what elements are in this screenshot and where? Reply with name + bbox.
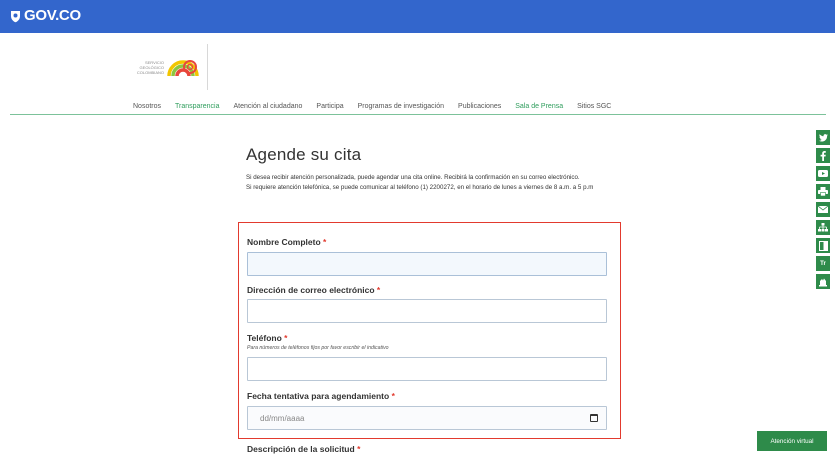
nav-items: Nosotros Transparencia Atención al ciuda… xyxy=(133,102,625,111)
date-input[interactable]: dd/mm/aaaa xyxy=(247,406,607,430)
email-icon[interactable] xyxy=(816,202,830,217)
nav-item-sala-prensa[interactable]: Sala de Prensa xyxy=(515,102,563,111)
name-label-text: Nombre Completo xyxy=(247,237,321,247)
intro-line-1: Si desea recibir atención personalizada,… xyxy=(246,174,580,181)
phone-label-text: Teléfono xyxy=(247,333,282,343)
required-mark: * xyxy=(357,444,361,454)
nav-item-nosotros[interactable]: Nosotros xyxy=(133,102,161,111)
nav-item-programas[interactable]: Programas de investigación xyxy=(358,102,444,111)
twitter-icon[interactable] xyxy=(816,130,830,145)
shield-icon xyxy=(10,10,21,23)
main-nav: Nosotros Transparencia Atención al ciuda… xyxy=(0,97,835,115)
nav-item-atencion[interactable]: Atención al ciudadano xyxy=(234,102,303,111)
sgc-logo-line3: COLOMBIANO xyxy=(136,70,164,75)
name-input[interactable] xyxy=(247,252,607,276)
social-sidebar: Tr xyxy=(816,130,830,292)
page-title: Agende su cita xyxy=(246,145,362,164)
nav-item-publicaciones[interactable]: Publicaciones xyxy=(458,102,501,111)
nav-item-transparencia[interactable]: Transparencia xyxy=(175,102,220,111)
intro-line-2: Si requiere atención telefónica, se pued… xyxy=(246,183,594,191)
print-icon[interactable] xyxy=(816,184,830,199)
facebook-icon[interactable] xyxy=(816,148,830,163)
sgc-logo[interactable]: SERVICIO GEOLÓGICO COLOMBIANO xyxy=(128,44,208,90)
date-label-text: Fecha tentativa para agendamiento xyxy=(247,391,390,401)
phone-label: Teléfono * xyxy=(247,333,287,343)
email-label: Dirección de correo electrónico * xyxy=(247,285,380,295)
phone-hint: Para números de teléfonos fijos por favo… xyxy=(247,345,389,351)
name-label: Nombre Completo * xyxy=(247,237,326,247)
required-mark: * xyxy=(284,333,288,343)
youtube-icon[interactable] xyxy=(816,166,830,181)
accessibility-icon[interactable] xyxy=(816,274,830,289)
required-mark: * xyxy=(391,391,395,401)
date-label: Fecha tentativa para agendamiento * xyxy=(247,391,395,401)
intro-text: Si desea recibir atención personalizada,… xyxy=(246,173,616,192)
calendar-icon[interactable] xyxy=(590,414,598,422)
required-mark: * xyxy=(323,237,327,247)
nav-divider xyxy=(10,114,826,115)
sgc-rainbow-icon xyxy=(166,52,200,83)
gov-co-text: GOV.CO xyxy=(24,7,81,24)
email-input[interactable] xyxy=(247,299,607,323)
gov-co-logo[interactable]: GOV.CO xyxy=(10,8,81,24)
email-label-text: Dirección de correo electrónico xyxy=(247,285,375,295)
sitemap-icon[interactable] xyxy=(816,220,830,235)
text-size-glyph: Tr xyxy=(820,260,826,267)
description-label: Descripción de la solicitud * xyxy=(247,444,360,454)
text-size-icon[interactable]: Tr xyxy=(816,256,830,271)
nav-item-sitios-sgc[interactable]: Sitios SGC xyxy=(577,102,611,111)
description-label-text: Descripción de la solicitud xyxy=(247,444,355,454)
nav-item-participa[interactable]: Participa xyxy=(316,102,343,111)
date-placeholder: dd/mm/aaaa xyxy=(260,413,305,423)
phone-input[interactable] xyxy=(247,357,607,381)
logo-divider xyxy=(207,44,208,90)
required-mark: * xyxy=(376,285,381,295)
contrast-icon[interactable] xyxy=(816,238,830,253)
gov-co-header: GOV.CO xyxy=(0,0,835,33)
virtual-attention-button[interactable]: Atención virtual xyxy=(757,431,827,451)
sgc-logo-text: SERVICIO GEOLÓGICO COLOMBIANO xyxy=(128,60,164,75)
